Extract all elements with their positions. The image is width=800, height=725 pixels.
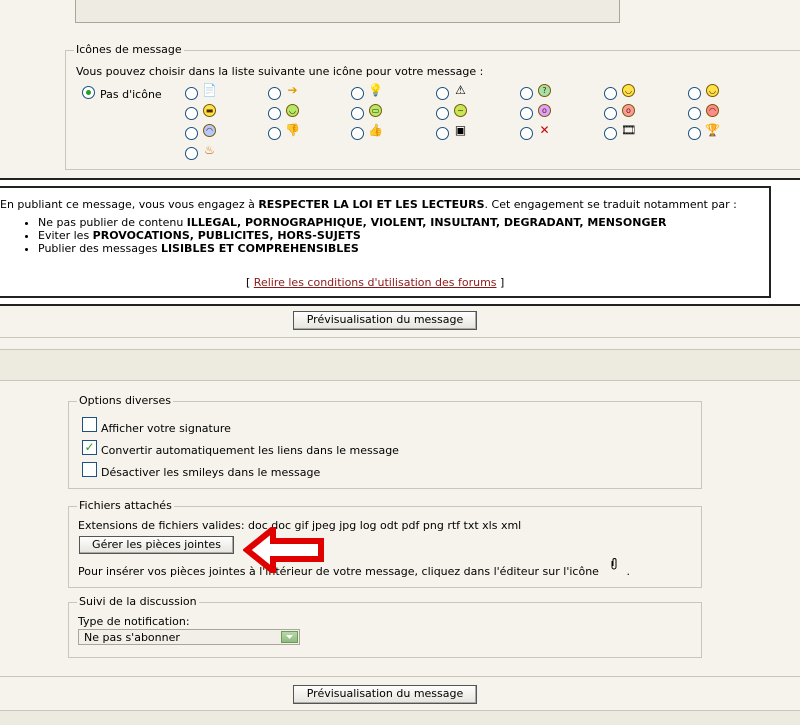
terms-link[interactable]: Relire les conditions d'utilisation des …: [254, 276, 497, 289]
sick-icon: ~: [454, 104, 467, 117]
embarrassed-icon: o: [538, 104, 551, 117]
cool-icon: ▬: [203, 104, 216, 117]
radio-note[interactable]: [185, 87, 198, 100]
blush-icon: o: [622, 104, 635, 117]
smile-icon: ◡: [622, 84, 635, 97]
attachments-legend: Fichiers attachés: [77, 499, 174, 512]
attachments-hint: Pour insérer vos pièces jointes à l'inté…: [78, 565, 599, 578]
smileys-checkbox[interactable]: [82, 462, 97, 477]
box-icon: ▣: [454, 123, 467, 137]
flames-icon: ♨: [204, 143, 215, 157]
no-icon-label: Pas d'icône: [100, 88, 162, 101]
options-legend: Options diverses: [77, 394, 174, 407]
radio-arrow-right[interactable]: [268, 87, 281, 100]
thumbs-up-icon: 👍: [368, 123, 383, 137]
question-icon: ?: [538, 84, 551, 97]
radio-no-icon[interactable]: [82, 86, 95, 99]
divider-band: [0, 337, 800, 338]
radio-question[interactable]: [520, 87, 533, 100]
red-arrow-annotation: [243, 527, 324, 573]
radio-embarrassed[interactable]: [520, 107, 533, 120]
rule-item-1: Ne pas publier de contenu ILLEGAL, PORNO…: [38, 216, 667, 229]
notification-select-value: Ne pas s'abonner: [84, 631, 180, 644]
radio-trophy[interactable]: [688, 127, 701, 140]
lightbulb-icon: 💡: [368, 83, 383, 97]
smileys-label: Désactiver les smileys dans le message: [101, 466, 321, 479]
chevron-down-icon[interactable]: [281, 631, 298, 643]
rule-item-3: Publier des messages LISIBLES ET COMPREH…: [38, 242, 667, 255]
radio-box[interactable]: [436, 127, 449, 140]
rule-item-2: Eviter les PROVOCATIONS, PUBLICITES, HOR…: [38, 229, 667, 242]
notification-select[interactable]: Ne pas s'abonner: [78, 629, 300, 645]
arrow-right-icon: ➔: [287, 83, 298, 97]
radio-blush[interactable]: [604, 107, 617, 120]
radio-sick[interactable]: [436, 107, 449, 120]
autolink-label: Convertir automatiquement les liens dans…: [101, 444, 399, 457]
trophy-icon: 🏆: [705, 123, 720, 137]
rules-intro-text: En publiant ce message, vous vous engage…: [0, 198, 259, 211]
follow-legend: Suivi de la discussion: [77, 595, 199, 608]
terms-link-line: [ Relire les conditions d'utilisation de…: [246, 276, 505, 289]
message-icons-legend: Icônes de message: [74, 43, 184, 56]
radio-wink[interactable]: [688, 87, 701, 100]
thumbs-down-icon: 👎: [285, 123, 300, 137]
note-icon: 📄: [202, 83, 217, 97]
radio-crossed[interactable]: [520, 127, 533, 140]
rules-intro-end: . Cet engagement se traduit notamment pa…: [484, 198, 737, 211]
radio-thumbs-down[interactable]: [268, 127, 281, 140]
attachments-hint-line: Pour insérer vos pièces jointes à l'inté…: [78, 558, 630, 578]
radio-flames[interactable]: [185, 147, 198, 160]
rules-list: Ne pas publier de contenu ILLEGAL, PORNO…: [0, 216, 667, 255]
rules-intro-bold: RESPECTER LA LOI ET LES LECTEURS: [258, 198, 485, 211]
film-icon: 🎞: [621, 123, 636, 137]
radio-film[interactable]: [604, 127, 617, 140]
signature-checkbox[interactable]: [82, 417, 97, 432]
wink-icon: ◡: [706, 84, 719, 97]
radio-warning[interactable]: [436, 87, 449, 100]
preview-button-bottom[interactable]: Prévisualisation du message: [293, 685, 477, 704]
radio-smile[interactable]: [604, 87, 617, 100]
grin-icon: ▭: [369, 104, 382, 117]
radio-cool[interactable]: [185, 107, 198, 120]
editor-textarea-bottom[interactable]: [75, 0, 620, 23]
radio-sad[interactable]: [185, 127, 198, 140]
preview-button-top[interactable]: Prévisualisation du message: [293, 311, 477, 330]
warning-icon: ⚠: [455, 83, 466, 97]
message-icons-intro: Vous pouvez choisir dans la liste suivan…: [76, 65, 484, 78]
radio-thumbs-up[interactable]: [351, 127, 364, 140]
bottom-band: [0, 710, 800, 725]
empty-band: [0, 349, 800, 381]
sad-icon: ◠: [203, 124, 216, 137]
notification-type-label: Type de notification:: [78, 615, 190, 628]
radio-angry[interactable]: [688, 107, 701, 120]
crossed-icon: ✕: [539, 123, 550, 137]
manage-attachments-button[interactable]: Gérer les pièces jointes: [79, 536, 234, 554]
angry-icon: ◠: [706, 104, 719, 117]
happy-icon: ◡: [286, 104, 299, 117]
rules-intro: En publiant ce message, vous vous engage…: [0, 198, 737, 211]
paperclip-icon: [608, 558, 620, 573]
autolink-checkbox[interactable]: ✓: [82, 440, 97, 455]
radio-happy[interactable]: [268, 107, 281, 120]
radio-grin[interactable]: [351, 107, 364, 120]
signature-label: Afficher votre signature: [101, 422, 231, 435]
bottom-divider: [0, 676, 800, 677]
radio-lightbulb[interactable]: [351, 87, 364, 100]
